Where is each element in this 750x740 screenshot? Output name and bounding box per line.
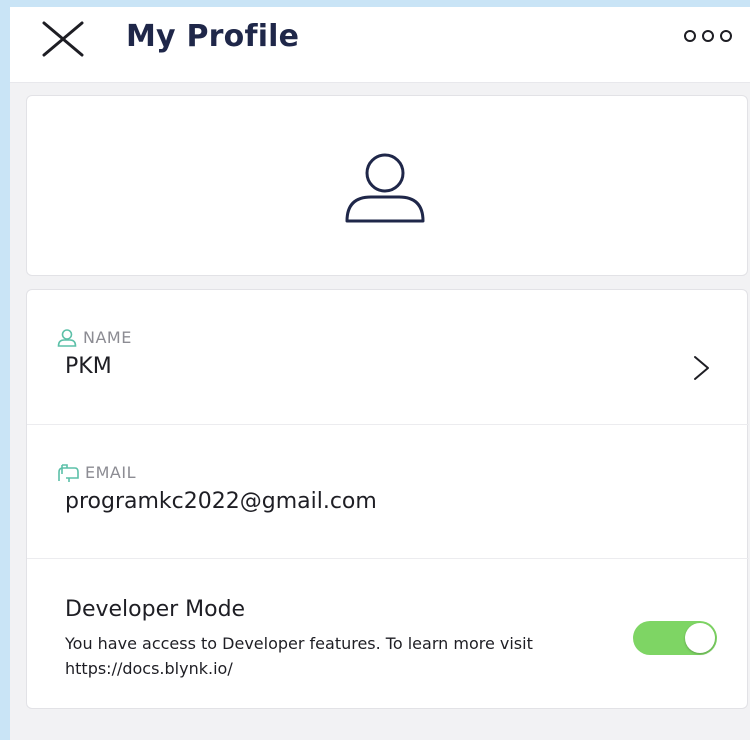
developer-mode-description: You have access to Developer features. T…: [65, 634, 533, 678]
name-label-text: NAME: [83, 328, 132, 347]
developer-mode-title: Developer Mode: [65, 597, 246, 622]
email-label: EMAIL: [57, 463, 136, 482]
chevron-right-icon: [694, 356, 709, 380]
more-options-icon: [684, 30, 732, 42]
name-row[interactable]: NAME PKM: [27, 290, 749, 424]
name-value: PKM: [65, 354, 112, 379]
mailbox-icon: [58, 463, 79, 482]
close-button[interactable]: [40, 19, 86, 59]
email-row: EMAIL programkc2022@gmail.com: [27, 424, 749, 558]
user-avatar-icon: [345, 153, 425, 223]
close-icon: [42, 21, 84, 57]
more-options-button[interactable]: [682, 25, 734, 47]
developer-mode-toggle[interactable]: [633, 621, 717, 655]
page-title: My Profile: [126, 19, 300, 54]
name-label: NAME: [57, 328, 132, 347]
email-value: programkc2022@gmail.com: [65, 489, 377, 514]
profile-screen: My Profile NAME PKM EMAIL programkc2022@…: [10, 7, 750, 740]
user-icon: [57, 328, 77, 347]
toggle-knob: [685, 623, 715, 653]
top-bar: My Profile: [10, 7, 750, 83]
developer-mode-row: Developer Mode You have access to Develo…: [27, 558, 749, 710]
profile-details-card: NAME PKM EMAIL programkc2022@gmail.com D…: [26, 289, 749, 710]
email-label-text: EMAIL: [85, 463, 136, 482]
avatar-card: [26, 95, 748, 276]
